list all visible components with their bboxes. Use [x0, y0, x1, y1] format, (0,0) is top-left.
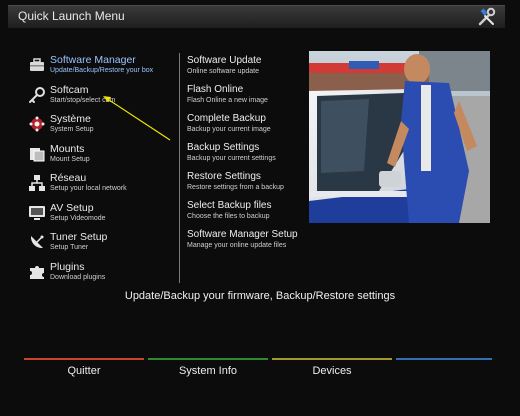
menu-divider: [179, 53, 180, 283]
submenu-item-description: Restore settings from a backup: [187, 184, 284, 191]
red-key-line: [24, 358, 144, 360]
key-icon: [28, 86, 46, 104]
menu-item-description: Setup Videomode: [50, 214, 106, 222]
network-icon: [28, 174, 46, 192]
menu-item-label: Réseau: [50, 172, 87, 184]
submenu-item-description: Online software update: [187, 68, 259, 75]
menu-item-label: Tuner Setup: [50, 231, 108, 243]
menu-item-description: Start/stop/select cam: [50, 96, 116, 104]
menu-item-av-setup[interactable]: AV Setup Setup Videomode: [26, 202, 176, 232]
submenu-item-restore-settings[interactable]: Restore Settings Restore settings from a…: [187, 170, 307, 199]
submenu-item-label: Flash Online: [187, 84, 244, 95]
submenu-item-software-update[interactable]: Software Update Online software update: [187, 54, 307, 83]
puzzle-icon: [28, 263, 46, 281]
quick-launch-screen: Quick Launch Menu Software Manager Updat…: [0, 0, 520, 416]
tv-preview: [309, 51, 490, 223]
red-key-button[interactable]: Quitter: [24, 365, 144, 377]
submenu-item-label: Software Update: [187, 55, 262, 66]
menu-item-label: AV Setup: [50, 201, 94, 214]
toolbox-icon: [28, 56, 46, 74]
submenu-item-description: Backup your current settings: [187, 155, 276, 162]
submenu-item-flash-online[interactable]: Flash Online Flash Online a new image: [187, 83, 307, 112]
submenu-item-label: Software Manager Setup: [187, 229, 298, 240]
menu-item-mounts[interactable]: Mounts Mount Setup: [26, 143, 176, 173]
submenu-item-description: Manage your online update files: [187, 242, 287, 249]
menu-item-description: System Setup: [50, 126, 94, 133]
submenu-item-label: Complete Backup: [187, 113, 266, 124]
window-title: Quick Launch Menu: [18, 9, 125, 23]
menu-item-description: Setup your local network: [50, 185, 127, 192]
submenu-item-description: Flash Online a new image: [187, 97, 268, 104]
menu-item-description: Setup Tuner: [50, 244, 89, 251]
title-bar: Quick Launch Menu: [8, 5, 505, 28]
menu-item-label: Software Manager: [50, 54, 136, 66]
menu-item-label: Plugins: [50, 260, 85, 273]
submenu-item-software-manager-setup[interactable]: Software Manager Setup Manage your onlin…: [187, 228, 307, 257]
menu-item-softcam[interactable]: Softcam Start/stop/select cam: [26, 84, 176, 114]
submenu-item-label: Backup Settings: [187, 142, 260, 153]
main-menu: Software Manager Update/Backup/Restore y…: [26, 54, 176, 290]
submenu-item-description: Backup your current image: [187, 126, 271, 133]
submenu: Software Update Online software update F…: [187, 54, 307, 257]
mount-icon: [28, 145, 46, 163]
menu-item-description: Download plugins: [50, 273, 106, 281]
menu-item-description: Mount Setup: [50, 155, 90, 163]
description-text: Update/Backup your firmware, Backup/Rest…: [124, 290, 396, 302]
menu-item-software-manager[interactable]: Software Manager Update/Backup/Restore y…: [26, 54, 176, 84]
gears-icon: [28, 115, 46, 133]
submenu-item-description: Choose the files to backup: [187, 213, 270, 220]
menu-item-label: Softcam: [50, 83, 89, 96]
green-key-line: [148, 358, 268, 360]
submenu-item-backup-settings[interactable]: Backup Settings Backup your current sett…: [187, 141, 307, 170]
satellite-icon: [28, 233, 46, 251]
menu-item-description: Update/Backup/Restore your box: [50, 67, 154, 74]
yellow-key-button[interactable]: Devices: [272, 365, 392, 377]
menu-item-label: Système: [50, 113, 91, 125]
menu-item-label: Mounts: [50, 142, 85, 155]
green-key-button[interactable]: System Info: [148, 365, 268, 377]
submenu-item-label: Restore Settings: [187, 171, 261, 182]
monitor-icon: [28, 204, 46, 222]
menu-item-plugins[interactable]: Plugins Download plugins: [26, 261, 176, 291]
menu-item-reseau[interactable]: Réseau Setup your local network: [26, 172, 176, 202]
menu-item-tuner-setup[interactable]: Tuner Setup Setup Tuner: [26, 231, 176, 261]
blue-key-line: [396, 358, 492, 360]
submenu-item-label: Select Backup files: [187, 200, 272, 211]
yellow-key-line: [272, 358, 392, 360]
submenu-item-select-backup-files[interactable]: Select Backup files Choose the files to …: [187, 199, 307, 228]
menu-item-systeme[interactable]: Système System Setup: [26, 113, 176, 143]
submenu-item-complete-backup[interactable]: Complete Backup Backup your current imag…: [187, 112, 307, 141]
tools-icon: [477, 7, 497, 27]
color-key-bar: Quitter System Info Devices: [24, 358, 492, 388]
